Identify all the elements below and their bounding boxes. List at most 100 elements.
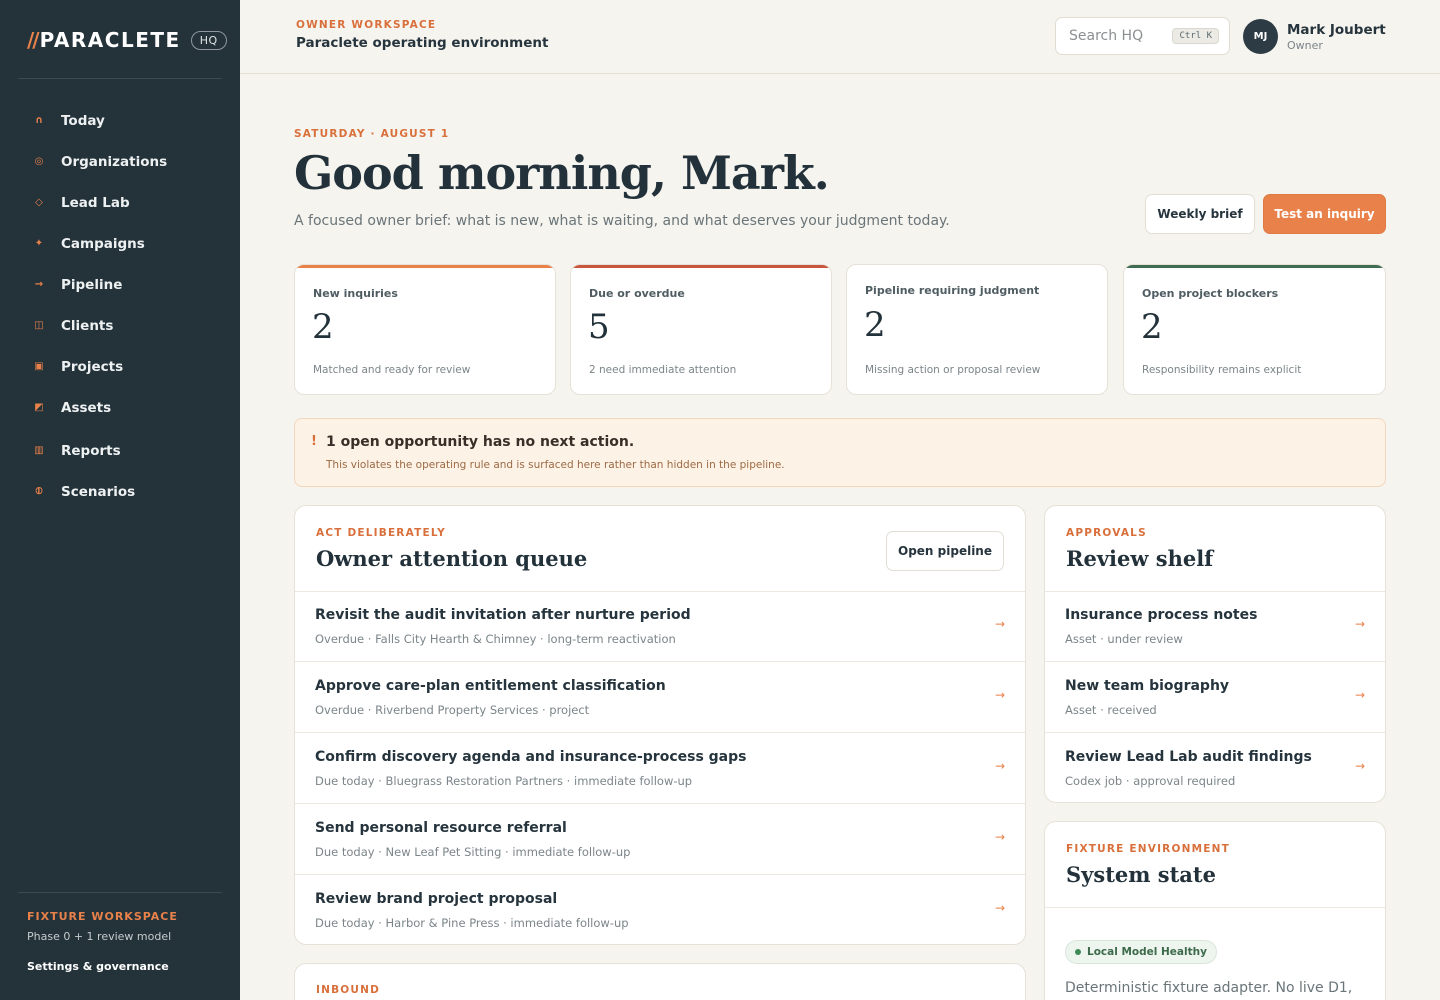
queue-item[interactable]: Approve care-plan entitlement classifica… (295, 662, 1025, 733)
alert-banner[interactable]: ! 1 open opportunity has no next action.… (294, 418, 1386, 487)
sidebar-item-pipeline[interactable]: → Pipeline (18, 264, 222, 305)
metric-label: Pipeline requiring judgment (865, 284, 1040, 297)
metric-value: 2 (1141, 307, 1163, 347)
metric-card-new-inquiries[interactable]: New inquiries 2 Matched and ready for re… (294, 264, 556, 395)
queue-item-meta: Overdue · Riverbend Property Services · … (315, 703, 590, 717)
alert-subtitle: This violates the operating rule and is … (326, 459, 785, 471)
sidebar-item-clients[interactable]: ◫ Clients (18, 305, 222, 346)
queue-item-meta: Due today · New Leaf Pet Sitting · immed… (315, 845, 631, 859)
arrow-right-icon: → (994, 617, 1005, 631)
page-subtitle: A focused owner brief: what is new, what… (294, 213, 950, 229)
sidebar-item-label: Scenarios (61, 483, 136, 500)
sidebar-item-campaigns[interactable]: ✦ Campaigns (18, 223, 222, 264)
today-icon: ∩ (34, 115, 44, 126)
review-item-meta: Asset · received (1065, 703, 1157, 717)
sidebar-item-projects[interactable]: ▣ Projects (18, 346, 222, 387)
status-dot-icon (1075, 949, 1081, 955)
panel-eyebrow: FIXTURE ENVIRONMENT (1066, 843, 1230, 855)
queue-item-title: Review brand project proposal (315, 891, 558, 907)
sidebar-item-lead-lab[interactable]: ◇ Lead Lab (18, 182, 222, 223)
owner-attention-queue: ACT DELIBERATELY Owner attention queue O… (294, 505, 1026, 945)
panel-title: System state (1066, 862, 1216, 887)
workspace-eyebrow: FIXTURE WORKSPACE (27, 910, 178, 923)
review-item[interactable]: Insurance process notes Asset · under re… (1045, 591, 1385, 662)
topbar: OWNER WORKSPACE Paraclete operating envi… (240, 0, 1440, 74)
user-name: Mark Joubert (1287, 21, 1386, 38)
arrow-right-icon: → (994, 759, 1005, 773)
workspace-subtitle: Phase 0 + 1 review model (27, 930, 172, 943)
review-item[interactable]: New team biography Asset · received → (1045, 662, 1385, 733)
brand[interactable]: //PARACLETE HQ (27, 28, 227, 52)
metric-label: Open project blockers (1142, 287, 1279, 300)
queue-item-title: Revisit the audit invitation after nurtu… (315, 607, 691, 623)
queue-item[interactable]: Review brand project proposal Due today … (295, 875, 1025, 944)
queue-item-meta: Due today · Bluegrass Restoration Partne… (315, 774, 693, 788)
system-state-panel: FIXTURE ENVIRONMENT System state Local M… (1044, 821, 1386, 1000)
brand-logo: //PARACLETE (27, 28, 181, 52)
queue-item-title: Send personal resource referral (315, 820, 567, 836)
arrow-right-icon: → (1354, 688, 1365, 702)
arrow-right-icon: → (1354, 759, 1365, 773)
arrow-right-icon: → (1354, 617, 1365, 631)
sidebar-nav: ∩ Today ◎ Organizations ◇ Lead Lab ✦ Campaig… (18, 100, 222, 512)
sidebar-item-label: Campaigns (61, 235, 145, 252)
queue-item-meta: Due today · Harbor & Pine Press · immedi… (315, 916, 629, 930)
projects-icon: ▣ (34, 361, 44, 372)
sidebar-item-scenarios[interactable]: ⦶ Scenarios (18, 471, 222, 512)
brand-badge: HQ (190, 30, 227, 50)
reports-icon: ▥ (34, 445, 44, 456)
search-input[interactable] (1069, 28, 1169, 44)
open-pipeline-button[interactable]: Open pipeline (886, 531, 1004, 571)
review-shelf: APPROVALS Review shelf Insurance process… (1044, 505, 1386, 803)
queue-item-meta: Overdue · Falls City Hearth & Chimney · … (315, 632, 676, 646)
page-title: Good morning, Mark. (294, 146, 830, 200)
lead-lab-icon: ◇ (35, 197, 43, 208)
user-menu[interactable]: MJ Mark Joubert Owner (1243, 19, 1386, 54)
panel-divider (1045, 907, 1385, 908)
search-box[interactable]: Ctrl K (1055, 17, 1230, 55)
sidebar-item-assets[interactable]: ◩ Assets (18, 387, 222, 428)
campaigns-icon: ✦ (34, 238, 44, 249)
weekly-brief-button[interactable]: Weekly brief (1145, 194, 1255, 234)
sidebar-item-label: Organizations (61, 153, 168, 170)
inbound-panel: INBOUND (294, 963, 1026, 1000)
arrow-right-icon: → (994, 830, 1005, 844)
review-list: Insurance process notes Asset · under re… (1045, 591, 1385, 802)
arrow-right-icon: → (994, 901, 1005, 915)
queue-item[interactable]: Send personal resource referral Due toda… (295, 804, 1025, 875)
panel-title: Review shelf (1066, 546, 1214, 571)
review-item[interactable]: Review Lead Lab audit findings Codex job… (1045, 733, 1385, 802)
status-badge: Local Model Healthy (1065, 940, 1217, 964)
review-item-meta: Asset · under review (1065, 632, 1183, 646)
queue-item[interactable]: Confirm discovery agenda and insurance-p… (295, 733, 1025, 804)
metric-card-project-blockers[interactable]: Open project blockers 2 Responsibility r… (1123, 264, 1386, 395)
sidebar-item-label: Lead Lab (61, 194, 130, 211)
settings-governance-link[interactable]: Settings & governance (27, 960, 178, 973)
test-inquiry-button[interactable]: Test an inquiry (1263, 194, 1386, 234)
sidebar-item-reports[interactable]: ▥ Reports (18, 430, 222, 471)
review-item-title: Review Lead Lab audit findings (1065, 749, 1312, 765)
metric-accent (1124, 265, 1385, 268)
sidebar-footer-divider (18, 892, 222, 893)
date-label: SATURDAY · AUGUST 1 (294, 128, 450, 140)
metric-card-pipeline-judgment[interactable]: Pipeline requiring judgment 2 Missing ac… (846, 264, 1108, 395)
clients-icon: ◫ (34, 320, 44, 331)
sidebar-item-label: Projects (61, 358, 124, 375)
warning-icon: ! (311, 434, 317, 449)
assets-icon: ◩ (34, 402, 44, 413)
sidebar-item-organizations[interactable]: ◎ Organizations (18, 141, 222, 182)
metric-value: 5 (588, 307, 610, 347)
review-item-title: New team biography (1065, 678, 1230, 694)
system-description: Deterministic fixture adapter. No live D… (1065, 980, 1353, 996)
metric-label: Due or overdue (589, 287, 685, 300)
scenarios-icon: ⦶ (35, 486, 43, 497)
metric-accent (571, 265, 831, 268)
queue-item[interactable]: Revisit the audit invitation after nurtu… (295, 591, 1025, 662)
metric-value: 2 (312, 307, 334, 347)
sidebar-item-today[interactable]: ∩ Today (18, 100, 222, 141)
arrow-right-icon: → (994, 688, 1005, 702)
metric-card-due-overdue[interactable]: Due or overdue 5 2 need immediate attent… (570, 264, 832, 395)
avatar[interactable]: MJ (1243, 19, 1278, 54)
user-role: Owner (1287, 38, 1323, 52)
sidebar-item-label: Assets (61, 399, 112, 416)
